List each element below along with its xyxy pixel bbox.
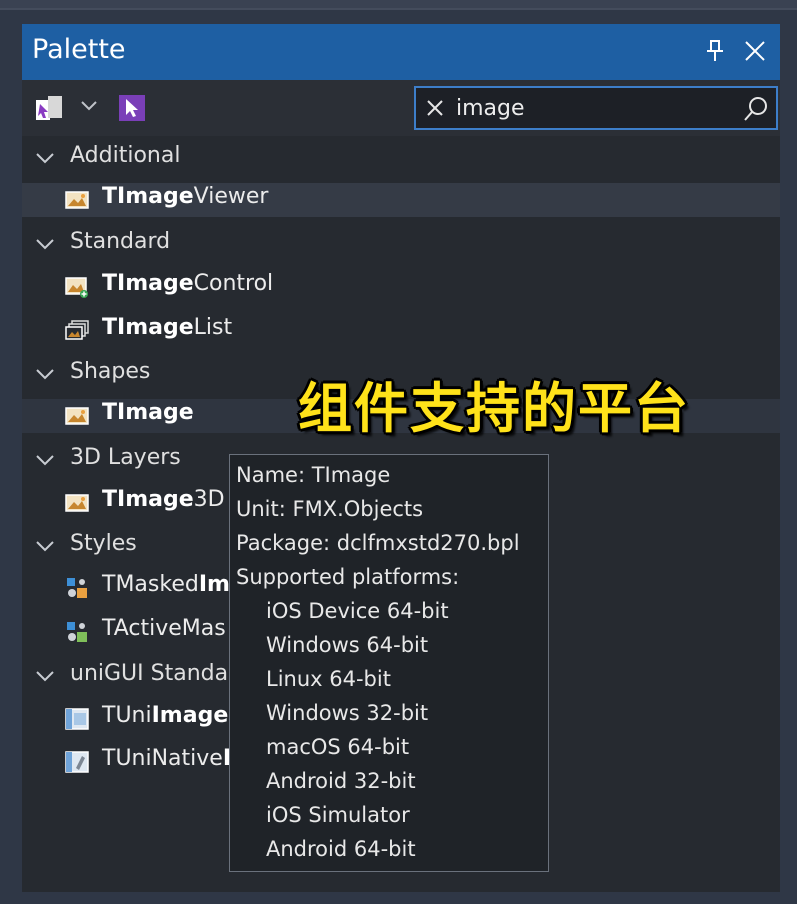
chevron-down-icon	[36, 239, 54, 250]
top-divider	[0, 8, 797, 10]
tooltip-platforms-header: Supported platforms:	[236, 565, 460, 589]
platform-item: iOS Device 64-bit	[266, 599, 449, 623]
chevron-down-icon	[36, 153, 54, 164]
item-label: TImageList	[102, 315, 233, 340]
tooltip-name: Name: TImage	[236, 463, 391, 487]
image-component-icon	[65, 191, 89, 209]
chevron-down-icon	[36, 369, 54, 380]
platform-item: Android 32-bit	[266, 769, 416, 793]
platform-item: Linux 64-bit	[266, 667, 391, 691]
image-component-icon	[65, 494, 89, 512]
category-additional[interactable]: Additional	[22, 141, 780, 175]
chevron-down-icon	[36, 541, 54, 552]
chevron-down-icon[interactable]	[78, 94, 100, 116]
window-top-strip	[0, 0, 797, 10]
item-label: TMaskedIm	[102, 572, 230, 597]
panel-title: Palette	[32, 34, 126, 65]
unigui-image-icon	[65, 708, 89, 730]
item-label: TUniImageL	[102, 703, 243, 728]
palette-titlebar: Palette	[22, 24, 780, 80]
palette-item-timageviewer[interactable]: TImageViewer	[22, 183, 780, 217]
search-icon[interactable]	[742, 95, 770, 123]
tooltip-unit: Unit: FMX.Objects	[236, 497, 424, 521]
platform-item: Windows 32-bit	[266, 701, 429, 725]
category-label: Standard	[70, 229, 171, 254]
category-standard[interactable]: Standard	[22, 227, 780, 261]
category-label: 3D Layers	[70, 445, 181, 470]
platform-item: macOS 64-bit	[266, 735, 410, 759]
tooltip-package: Package: dclfmxstd270.bpl	[236, 531, 520, 555]
category-label: uniGUI Standar	[70, 661, 238, 686]
palette-item-timagelist[interactable]: TImageList	[22, 314, 780, 348]
item-label: TImage3D	[102, 487, 225, 512]
component-tooltip: Name: TImage Unit: FMX.Objects Package: …	[229, 454, 549, 872]
item-label: TImageControl	[102, 271, 274, 296]
image-control-icon	[65, 277, 88, 298]
image-list-icon	[65, 320, 89, 340]
clear-search-icon[interactable]	[424, 97, 446, 119]
item-label: TImage	[102, 400, 194, 425]
platform-item: iOS Simulator	[266, 803, 410, 827]
unigui-native-icon	[65, 751, 89, 773]
chevron-down-icon	[36, 455, 54, 466]
platform-item: Android 64-bit	[266, 837, 416, 861]
palette-item-timagecontrol[interactable]: TImageControl	[22, 270, 780, 304]
category-label: Additional	[70, 143, 181, 168]
category-label: Shapes	[70, 359, 151, 384]
styles-component-icon	[67, 622, 87, 642]
item-label: TUniNativeI	[102, 746, 232, 771]
search-input[interactable]	[456, 93, 726, 123]
platform-item: Windows 64-bit	[266, 633, 429, 657]
categories-icon[interactable]	[34, 92, 66, 124]
styles-component-icon	[67, 578, 87, 598]
pointer-tool-icon[interactable]	[118, 94, 146, 122]
chevron-down-icon	[36, 671, 54, 682]
category-label: Styles	[70, 531, 137, 556]
caption-overlay: 组件支持的平台	[298, 377, 690, 440]
search-box	[414, 86, 778, 130]
pin-icon[interactable]	[702, 38, 728, 64]
close-icon[interactable]	[742, 38, 768, 64]
item-label: TImageViewer	[102, 184, 269, 209]
item-label: TActiveMas	[102, 616, 226, 641]
image-component-icon	[65, 407, 89, 425]
